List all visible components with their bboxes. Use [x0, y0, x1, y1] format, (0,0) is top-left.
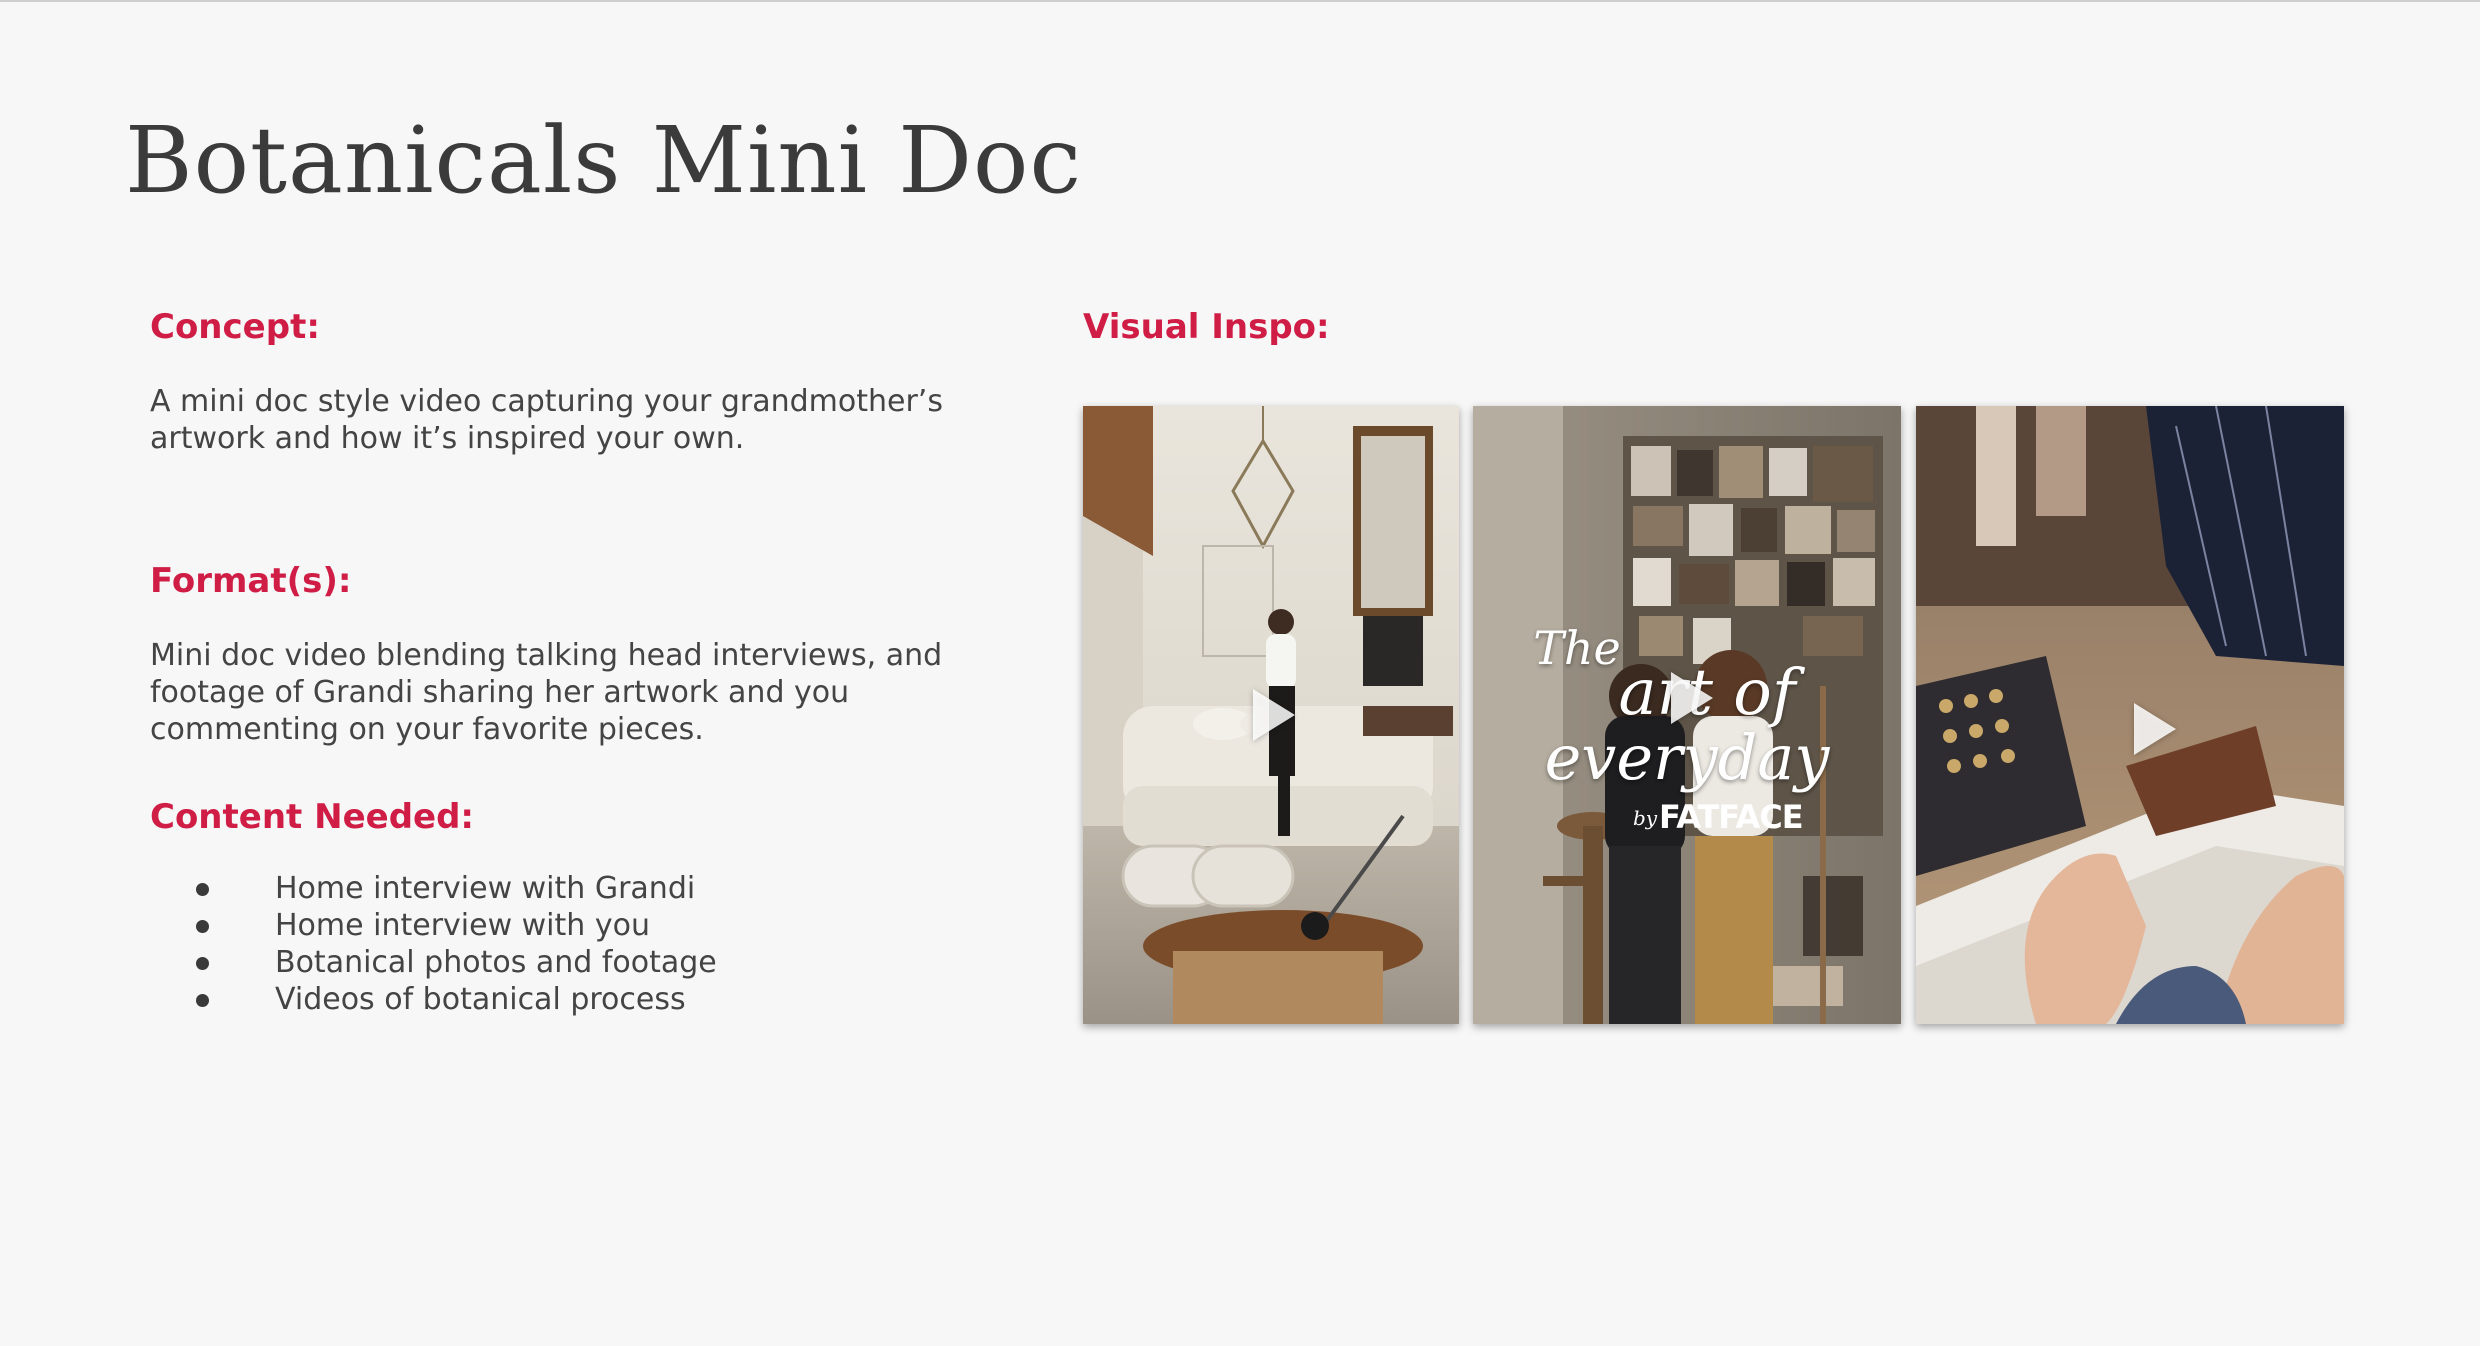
formats-heading: Format(s):	[150, 561, 352, 601]
bullet-icon	[196, 920, 209, 933]
list-item: Home interview with you	[150, 907, 717, 944]
overlay-title-everyday: everyday	[1544, 721, 1830, 794]
top-divider	[0, 0, 2480, 2]
play-icon[interactable]	[1253, 689, 1295, 741]
video-thumbnail-art-of-everyday[interactable]: The art of everyday by FATFACE	[1473, 406, 1901, 1024]
video-thumbnail-crafting[interactable]	[1916, 406, 2344, 1024]
list-item: Videos of botanical process	[150, 981, 717, 1018]
video-thumbnail-living-room[interactable]	[1083, 406, 1459, 1024]
concept-text: A mini doc style video capturing your gr…	[150, 384, 943, 456]
play-icon[interactable]	[2134, 703, 2176, 755]
bullet-icon	[196, 957, 209, 970]
content-needed-heading: Content Needed:	[150, 797, 475, 837]
overlay-by-text: by	[1633, 806, 1658, 830]
brand-logo-text: FATFACE	[1659, 798, 1804, 836]
list-item: Home interview with Grandi	[150, 870, 717, 907]
bullet-icon	[196, 994, 209, 1007]
crafting-image	[1916, 406, 2344, 1024]
play-icon[interactable]	[1671, 672, 1713, 724]
formats-text: Mini doc video blending talking head int…	[150, 638, 943, 747]
visual-inspo-heading: Visual Inspo:	[1083, 307, 1330, 347]
list-item: Botanical photos and footage	[150, 944, 717, 981]
page-title: Botanicals Mini Doc	[125, 107, 1082, 214]
content-needed-list: Home interview with Grandi Home intervie…	[150, 870, 717, 1018]
concept-heading: Concept:	[150, 307, 320, 347]
bullet-icon	[196, 883, 209, 896]
